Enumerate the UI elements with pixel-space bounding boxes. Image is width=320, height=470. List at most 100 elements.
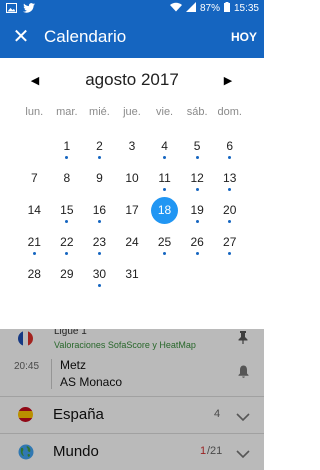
next-month-icon[interactable]: ▶ xyxy=(218,72,238,90)
category-count: 4 xyxy=(214,408,221,420)
calendar-day[interactable]: 17 xyxy=(116,194,149,226)
clock: 15:35 xyxy=(233,3,259,14)
calendar-day[interactable]: 2 xyxy=(83,130,116,162)
category-espana[interactable]: España 4 xyxy=(0,397,264,433)
calendar-day[interactable]: 30 xyxy=(83,258,116,290)
calendar-day[interactable]: 8 xyxy=(51,162,84,194)
event-dot-icon xyxy=(228,252,232,255)
calendar-day[interactable]: 9 xyxy=(83,162,116,194)
event-dot-icon xyxy=(97,220,101,223)
event-dot-icon xyxy=(228,220,232,223)
event-dot-icon xyxy=(195,188,199,191)
day-number: 4 xyxy=(161,139,168,153)
day-number: 30 xyxy=(92,267,107,281)
calendar-day[interactable]: 1 xyxy=(51,130,84,162)
calendar-day[interactable]: 4 xyxy=(148,130,181,162)
league-header[interactable]: Ligue 1 Valoraciones SofaScore y HeatMap xyxy=(0,326,264,355)
total-count: /21 xyxy=(207,445,223,457)
calendar-day[interactable]: 14 xyxy=(18,194,51,226)
calendar-day[interactable]: 22 xyxy=(51,226,84,258)
calendar-day[interactable]: 19 xyxy=(181,194,214,226)
category-mundo[interactable]: Mundo 1 /21 xyxy=(0,434,264,470)
calendar-day[interactable]: 11 xyxy=(148,162,181,194)
day-number: 11 xyxy=(158,171,171,185)
day-number: 21 xyxy=(27,235,41,249)
calendar-day[interactable]: 29 xyxy=(51,258,84,290)
calendar-day[interactable]: 27 xyxy=(213,226,246,258)
calendar-day[interactable]: 23 xyxy=(83,226,116,258)
day-number: 18 xyxy=(151,197,179,224)
event-dot-icon xyxy=(97,156,101,159)
status-bar: 87% 15:35 xyxy=(0,0,264,18)
selected-day[interactable]: 18 xyxy=(148,194,181,226)
calendar-day[interactable]: 16 xyxy=(83,194,116,226)
today-button[interactable]: HOY xyxy=(231,30,257,44)
match-time: 20:45 xyxy=(14,361,40,372)
day-number: 24 xyxy=(125,235,139,249)
calendar-day[interactable]: 15 xyxy=(51,194,84,226)
pin-icon[interactable] xyxy=(238,331,248,349)
signal-icon xyxy=(185,2,196,15)
calendar-day[interactable]: 7 xyxy=(18,162,51,194)
calendar-day[interactable]: 28 xyxy=(18,258,51,290)
month-title: agosto 2017 xyxy=(85,70,179,89)
spain-flag-icon xyxy=(18,407,33,422)
event-dot-icon xyxy=(97,284,101,287)
day-number: 25 xyxy=(157,235,172,249)
twitter-icon xyxy=(23,3,35,16)
event-dot-icon xyxy=(65,252,69,255)
category-label: Mundo xyxy=(53,443,99,460)
globe-icon xyxy=(18,444,34,465)
day-number: 26 xyxy=(190,235,204,249)
day-number: 10 xyxy=(125,171,139,185)
calendar-day[interactable]: 3 xyxy=(116,130,149,162)
league-link[interactable]: Valoraciones SofaScore y HeatMap xyxy=(54,340,196,350)
calendar-day[interactable]: 6 xyxy=(213,130,246,162)
day-number: 13 xyxy=(223,171,237,185)
calendar-day[interactable]: 10 xyxy=(116,162,149,194)
calendar-day[interactable]: 24 xyxy=(116,226,149,258)
calendar-day[interactable]: 12 xyxy=(181,162,214,194)
day-number: 8 xyxy=(63,171,71,185)
day-number: 7 xyxy=(30,171,38,185)
page-title: Calendario xyxy=(44,27,127,46)
day-number: 6 xyxy=(226,139,234,153)
day-number: 16 xyxy=(92,203,107,217)
day-number: 2 xyxy=(96,139,103,153)
close-icon[interactable]: ✕ xyxy=(10,26,32,48)
event-dot-icon xyxy=(228,188,232,191)
day-number: 27 xyxy=(223,235,237,249)
day-number: 3 xyxy=(128,139,136,153)
day-number: 29 xyxy=(60,267,74,281)
chevron-down-icon[interactable] xyxy=(236,409,250,427)
calendar-day[interactable]: 5 xyxy=(181,130,214,162)
event-dot-icon xyxy=(65,156,69,159)
event-dot-icon xyxy=(97,252,101,255)
day-number: 22 xyxy=(60,235,74,249)
calendar-day[interactable]: 25 xyxy=(148,226,181,258)
calendar-day[interactable]: 13 xyxy=(213,162,246,194)
day-number: 28 xyxy=(27,267,41,281)
battery-icon xyxy=(223,2,230,15)
day-number: 14 xyxy=(27,203,41,217)
live-count: 1 xyxy=(200,445,207,457)
weekday-label: sáb. xyxy=(186,106,208,118)
calendar-day[interactable]: 26 xyxy=(181,226,214,258)
day-number: 15 xyxy=(60,203,74,217)
calendar-day[interactable]: 20 xyxy=(213,194,246,226)
event-dot-icon xyxy=(65,220,69,223)
day-grid: 1 2 3 4 5 6 7 8 9 10 11 12 13 14 15 16 17 18 19 20 21 22 23 24 2… xyxy=(18,130,246,290)
calendar-picker: ◀ agosto 2017 ▶ lun. mar. mié. jue. vie. sáb.… xyxy=(0,58,264,329)
bell-icon[interactable] xyxy=(238,365,249,383)
previous-month-icon[interactable]: ◀ xyxy=(25,72,45,90)
day-number: 12 xyxy=(190,171,204,185)
match-row[interactable]: 20:45 Metz AS Monaco xyxy=(0,355,264,395)
event-dot-icon xyxy=(163,188,167,191)
weekday-label: dom. xyxy=(217,106,242,118)
event-dot-icon xyxy=(195,220,199,223)
calendar-day[interactable]: 21 xyxy=(18,226,51,258)
day-number: 20 xyxy=(223,203,237,217)
chevron-down-icon[interactable] xyxy=(236,446,250,464)
weekday-label: mié. xyxy=(89,106,110,118)
calendar-day[interactable]: 31 xyxy=(116,258,149,290)
